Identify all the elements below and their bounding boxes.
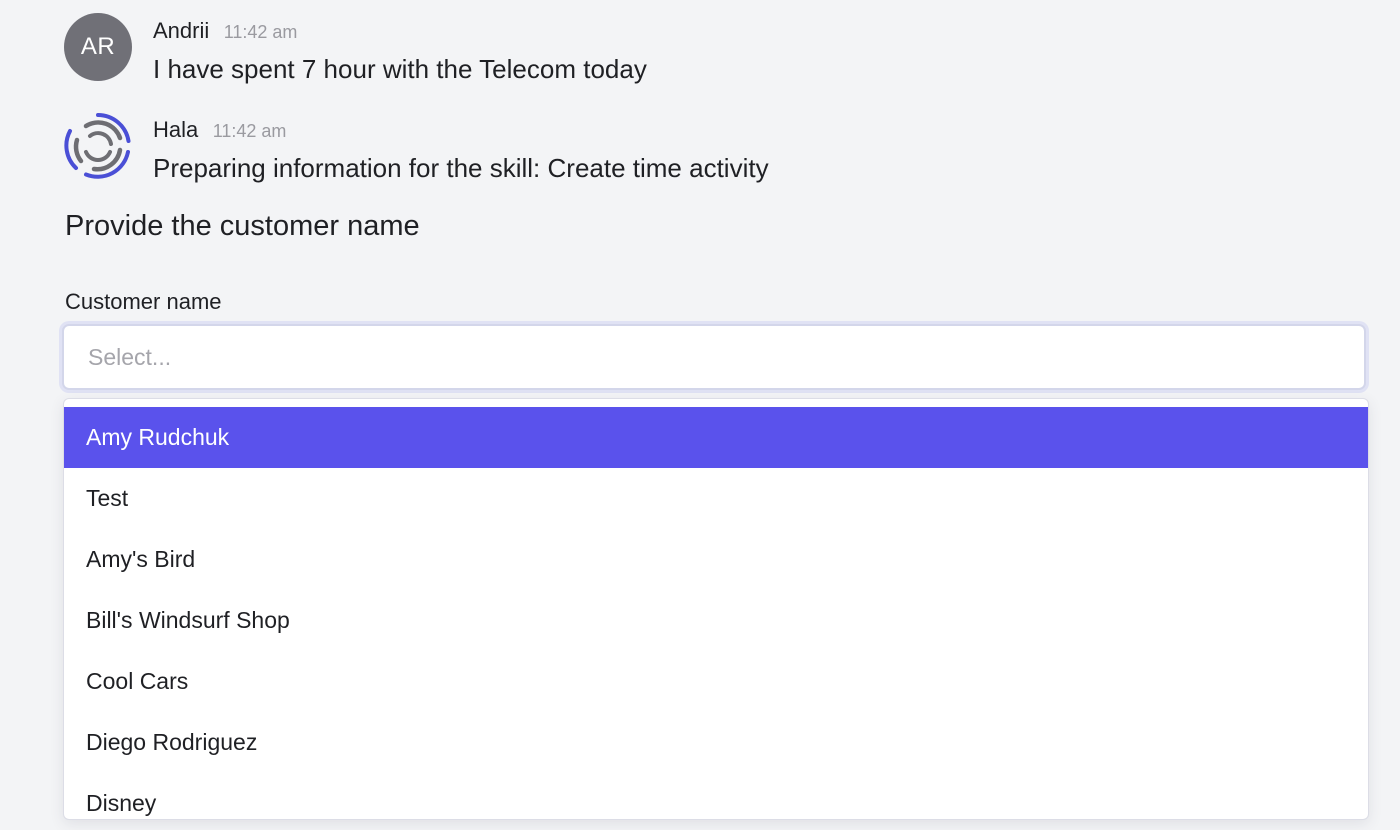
message-text: Preparing information for the skill: Cre… bbox=[153, 153, 769, 183]
customer-options-dropdown[interactable]: Amy Rudchuk Test Amy's Bird Bill's Winds… bbox=[63, 398, 1369, 820]
customer-name-select[interactable]: Select... bbox=[62, 324, 1366, 390]
hala-bot-logo-icon bbox=[64, 112, 132, 180]
customer-name-label: Customer name bbox=[65, 289, 222, 314]
message-timestamp: 11:42 am bbox=[223, 22, 298, 42]
option-bills-windsurf-shop[interactable]: Bill's Windsurf Shop bbox=[64, 590, 1368, 651]
options-list: Amy Rudchuk Test Amy's Bird Bill's Winds… bbox=[64, 407, 1368, 819]
message-header: Andrii 11:42 am bbox=[153, 16, 297, 49]
avatar: AR bbox=[64, 13, 132, 81]
message-author: Andrii bbox=[153, 18, 210, 43]
form-title: Provide the customer name bbox=[65, 210, 420, 242]
option-amys-bird[interactable]: Amy's Bird bbox=[64, 529, 1368, 590]
option-diego-rodriguez[interactable]: Diego Rodriguez bbox=[64, 712, 1368, 773]
chat-message-andrii: AR Andrii 11:42 am I have spent 7 hour w… bbox=[64, 13, 1364, 85]
option-test[interactable]: Test bbox=[64, 468, 1368, 529]
option-disney[interactable]: Disney bbox=[64, 773, 1368, 819]
option-amy-rudchuk[interactable]: Amy Rudchuk bbox=[64, 407, 1368, 468]
message-timestamp: 11:42 am bbox=[212, 121, 287, 141]
message-author: Hala bbox=[153, 117, 199, 142]
message-header: Hala 11:42 am bbox=[153, 115, 286, 148]
chat-message-hala: Hala 11:42 am Preparing information for … bbox=[64, 112, 1364, 184]
select-placeholder: Select... bbox=[88, 344, 172, 370]
option-cool-cars[interactable]: Cool Cars bbox=[64, 651, 1368, 712]
message-text: I have spent 7 hour with the Telecom tod… bbox=[153, 54, 647, 84]
bot-logo-svg bbox=[64, 113, 131, 179]
